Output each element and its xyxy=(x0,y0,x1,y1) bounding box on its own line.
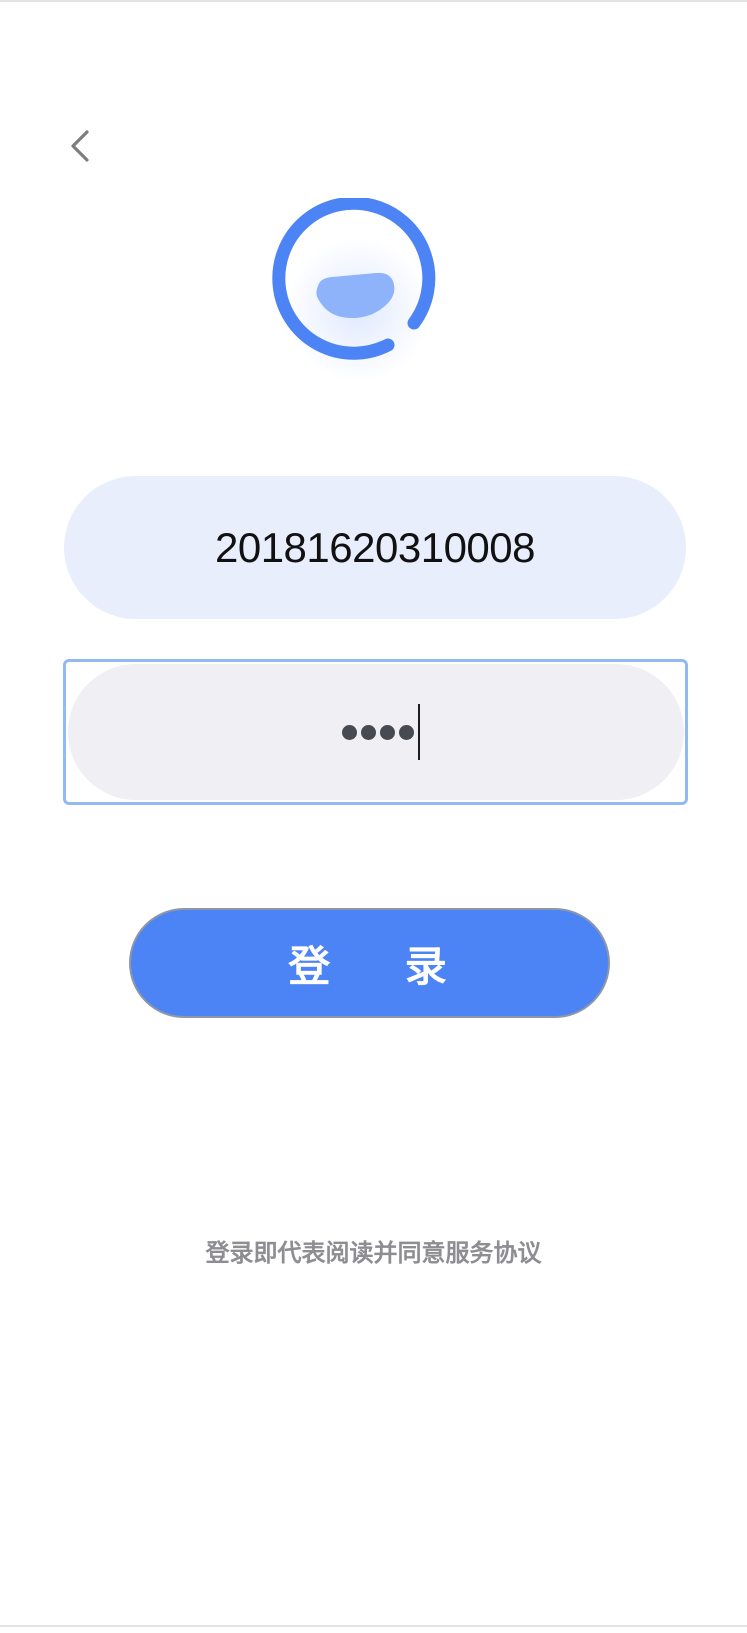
password-dot xyxy=(342,724,357,740)
password-dot xyxy=(399,724,414,740)
password-mask xyxy=(342,724,418,740)
account-value: 20181620310008 xyxy=(214,523,536,571)
password-input[interactable] xyxy=(68,664,684,800)
top-divider xyxy=(0,0,747,2)
account-input[interactable]: 20181620310008 xyxy=(64,476,686,619)
login-button-label: 登 录 xyxy=(288,941,477,991)
chevron-left-icon xyxy=(71,130,89,162)
password-dot xyxy=(380,724,395,740)
back-button[interactable] xyxy=(56,122,104,170)
bottom-divider xyxy=(0,1625,747,1627)
text-caret xyxy=(418,704,420,760)
app-logo-icon xyxy=(272,196,436,382)
password-focus-ring xyxy=(63,659,688,805)
app-logo xyxy=(268,196,468,398)
service-agreement-link[interactable]: 登录即代表阅读并同意服务协议 xyxy=(0,1233,747,1268)
password-dot xyxy=(361,724,376,740)
login-button[interactable]: 登 录 xyxy=(129,908,610,1018)
